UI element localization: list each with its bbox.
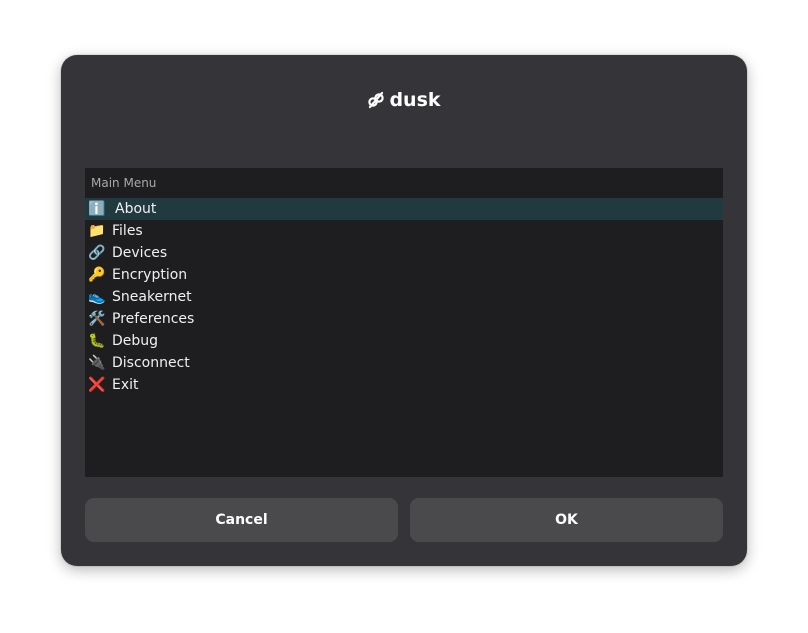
menu-item-exit[interactable]: ❌ Exit — [85, 374, 723, 396]
menu-item-label: Files — [112, 223, 143, 239]
dialog-title: dusk — [389, 89, 441, 111]
menu-item-label: About — [115, 201, 157, 217]
menu-item-label: Disconnect — [112, 355, 190, 371]
menu-item-files[interactable]: 📁 Files — [85, 220, 723, 242]
menu-item-label: Debug — [112, 333, 159, 349]
dialog-titlebar: dusk — [61, 85, 747, 115]
bug-icon: 🐛 — [88, 333, 106, 349]
sneaker-icon: 👟 — [88, 289, 106, 305]
menu-item-devices[interactable]: 🔗 Devices — [85, 242, 723, 264]
menu-list: ℹ️ About 📁 Files 🔗 Devices 🔑 Encryption 👟 Sneaker… — [85, 198, 723, 396]
menu-item-label: Encryption — [112, 267, 188, 283]
menu-item-disconnect[interactable]: 🔌 Disconnect — [85, 352, 723, 374]
main-menu-panel: Main Menu ℹ️ About 📁 Files 🔗 Devices 🔑 Encrypti… — [85, 168, 723, 477]
menu-item-label: Sneakernet — [112, 289, 192, 305]
tools-icon: 🛠️ — [88, 311, 106, 327]
plug-icon: 🔌 — [88, 355, 106, 371]
menu-item-debug[interactable]: 🐛 Debug — [85, 330, 723, 352]
cross-mark-icon: ❌ — [88, 377, 106, 393]
menu-item-sneakernet[interactable]: 👟 Sneakernet — [85, 286, 723, 308]
cancel-button[interactable]: Cancel — [85, 498, 398, 542]
menu-item-label: Devices — [112, 245, 168, 261]
info-icon: ℹ️ — [88, 201, 106, 217]
dialog-window: dusk Main Menu ℹ️ About 📁 Files 🔗 Devices 🔑 Enc… — [61, 55, 747, 566]
menu-item-label: Exit — [112, 377, 139, 393]
menu-header: Main Menu — [91, 176, 157, 190]
link-icon: 🔗 — [88, 245, 106, 261]
menu-item-about[interactable]: ℹ️ About — [85, 198, 723, 220]
folder-icon: 📁 — [88, 223, 106, 239]
ok-button[interactable]: OK — [410, 498, 723, 542]
menu-item-encryption[interactable]: 🔑 Encryption — [85, 264, 723, 286]
button-row: Cancel OK — [85, 498, 723, 542]
key-icon: 🔑 — [88, 267, 106, 283]
menu-item-label: Preferences — [112, 311, 195, 327]
menu-item-preferences[interactable]: 🛠️ Preferences — [85, 308, 723, 330]
dusk-logo-icon — [368, 91, 385, 109]
